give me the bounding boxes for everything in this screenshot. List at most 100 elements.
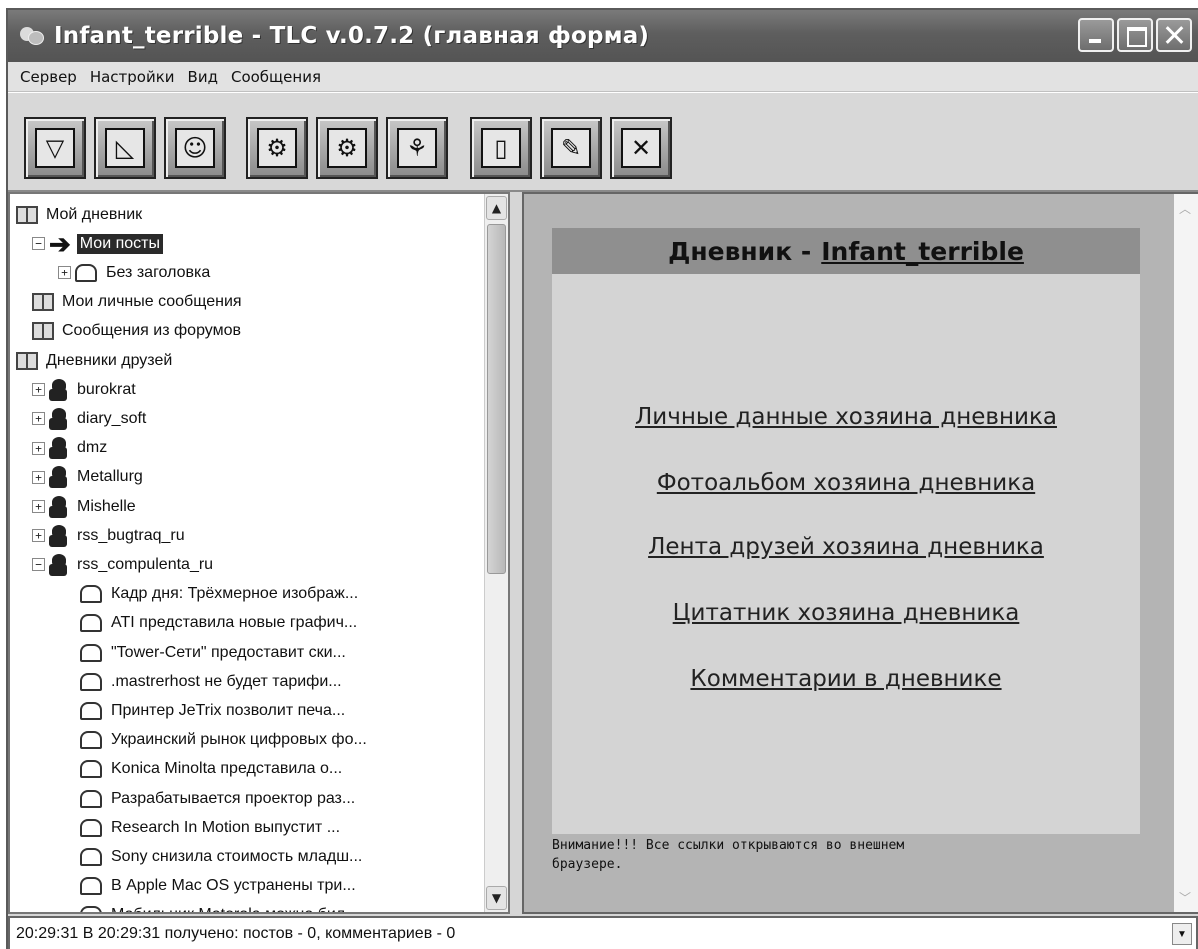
tree-item[interactable]: Украинский рынок цифровых фо... [80,726,367,755]
tree-item[interactable]: Sony снизила стоимость младш... [80,842,362,871]
tree-panel: Мобильник Motorola можно бил... В Apple M… [8,192,510,914]
new-document-button[interactable]: ▯ [470,117,532,179]
tree-item[interactable]: Разрабатывается проектор раз... [80,784,355,813]
tree-item[interactable]: В Apple Mac OS устранены три... [80,872,356,901]
tree-item-label: В Apple Mac OS устранены три... [111,877,356,895]
diary-scrollbar[interactable]: ︿ ﹀ [1174,194,1198,912]
users-button[interactable]: ⚘ [386,117,448,179]
toolbar: ▽ ◺ ☺ ⚙ ⚙ ⚘ ▯ ✎ ✕ [8,92,1198,192]
menu-view[interactable]: Вид [188,68,218,86]
title-bar[interactable]: Infant_terrible - TLC v.0.7.2 (главная ф… [8,10,1198,62]
tree-item[interactable]: Konica Minolta представила о... [80,755,342,784]
close-button[interactable] [1156,18,1192,52]
tree-item[interactable]: + diary_soft [32,404,146,433]
expand-icon[interactable]: + [32,383,45,397]
tree-item[interactable]: + Metallurg [32,463,143,492]
tree-item[interactable]: + burokrat [32,375,136,404]
menu-settings[interactable]: Настройки [90,68,175,86]
settings-disk-button[interactable]: ⚙ [316,117,378,179]
link-quotes[interactable]: Цитатник хозяина дневника [552,600,1140,626]
scroll-thumb[interactable] [487,224,506,574]
app-icon [20,25,46,47]
link-personal-data[interactable]: Личные данные хозяина дневника [552,404,1140,430]
link-comments[interactable]: Комментарии в дневнике [552,666,1140,692]
tree-item[interactable]: Принтер JeTrix позволит печа... [80,696,345,725]
expand-icon[interactable]: + [32,470,45,484]
tree-item-label: Research In Motion выпустит ... [111,818,341,836]
diary-owner-link[interactable]: Infant_terrible [821,237,1024,266]
notice-line-2: браузере. [552,857,623,872]
diary-heading-prefix: Дневник - [668,236,812,266]
minimize-button[interactable] [1078,18,1114,52]
tree-item-label: ATI представила новые графич... [111,614,358,632]
book-icon [32,293,54,312]
status-bar: 20:29:31 В 20:29:31 получено: постов - 0… [8,916,1198,949]
scroll-up-button[interactable]: ▲ [486,196,507,220]
expand-icon[interactable]: + [32,529,45,543]
collapse-icon[interactable]: − [32,558,45,572]
expand-icon[interactable]: + [32,500,45,513]
notice-line-1: Внимание!!! Все ссылки открываются во вн… [552,838,905,853]
settings-disk-icon: ⚙ [327,128,367,168]
menu-bar: Сервер Настройки Вид Сообщения [8,62,1198,92]
tree-item[interactable]: − ➔ Мои посты [32,229,163,258]
tree-item-label: Konica Minolta представила о... [111,760,343,778]
tree-item[interactable]: + Mishelle [32,492,136,521]
tree-item-label: Принтер JeTrix позволит печа... [111,701,346,719]
expand-icon[interactable]: + [32,441,45,455]
tree-item[interactable]: ATI представила новые графич... [80,609,357,638]
menu-messages[interactable]: Сообщения [231,68,321,86]
tree-item[interactable]: + dmz [32,434,107,463]
status-text: 20:29:31 В 20:29:31 получено: постов - 0… [16,924,456,942]
tree-item[interactable]: Research In Motion выпустит ... [80,813,340,842]
tree-item[interactable]: Дневники друзей [16,346,172,375]
settings-gears-icon: ⚙ [257,128,297,168]
tree-item[interactable]: − rss_compulenta_ru [32,550,213,579]
tree-item-label: rss_compulenta_ru [77,555,214,573]
envelope-icon [80,906,102,912]
link-photo-album[interactable]: Фотоальбом хозяина дневника [552,470,1140,496]
window-controls [1078,18,1192,52]
tree-item[interactable]: Мой дневник [16,200,142,229]
settings-gears-button[interactable]: ⚙ [246,117,308,179]
user-icon [49,378,67,401]
tree-item-label: Без заголовка [106,263,211,281]
tree-item[interactable]: .mastrerhost не будет тарифи... [80,667,342,696]
collapse-icon[interactable]: − [32,237,45,251]
tree-item-label: rss_bugtraq_ru [77,526,185,544]
scroll-down-button[interactable]: ﹀ [1174,889,1196,906]
tree-item[interactable]: Сообщения из форумов [32,317,241,346]
trash-button[interactable]: ▽ [24,117,86,179]
menu-server[interactable]: Сервер [20,68,77,86]
tree-item[interactable]: + Без заголовка [58,258,210,287]
user-icon [49,437,67,460]
chart-button[interactable]: ◺ [94,117,156,179]
envelope-icon [80,643,102,662]
tools-button[interactable]: ✕ [610,117,672,179]
envelope-icon [80,731,102,750]
edit-document-button[interactable]: ✎ [540,117,602,179]
envelope-icon [80,789,102,808]
status-dropdown-button[interactable]: ▼ [1172,923,1192,945]
tree-scrollbar[interactable]: ▲ ▼ [484,194,508,912]
envelope-icon [80,585,102,604]
tree-item[interactable]: Мои личные сообщения [32,288,242,317]
tree-item[interactable]: "Tower-Сети" предоставит ски... [80,638,346,667]
expand-icon[interactable]: + [58,266,71,280]
users-icon: ⚘ [397,128,437,168]
scroll-down-button[interactable]: ▼ [486,886,507,910]
user-icon [49,553,67,576]
expand-icon[interactable]: + [32,412,45,426]
diary-content: Дневник - Infant_terrible Личные данные … [552,228,1140,834]
tree-item[interactable]: + rss_bugtraq_ru [32,521,185,550]
smiley-button[interactable]: ☺ [164,117,226,179]
diary-heading: Дневник - Infant_terrible [552,228,1140,274]
scroll-up-button[interactable]: ︿ [1174,200,1196,217]
link-friends-feed[interactable]: Лента друзей хозяина дневника [552,534,1140,560]
tree-item[interactable]: Кадр дня: Трёхмерное изображ... [80,580,358,609]
maximize-button[interactable] [1117,18,1153,52]
tree-item-label: Мои личные сообщения [62,293,242,311]
book-icon [16,351,38,370]
tree-item[interactable]: Мобильник Motorola можно бил... [80,901,358,912]
smiley-icon: ☺ [175,128,215,168]
